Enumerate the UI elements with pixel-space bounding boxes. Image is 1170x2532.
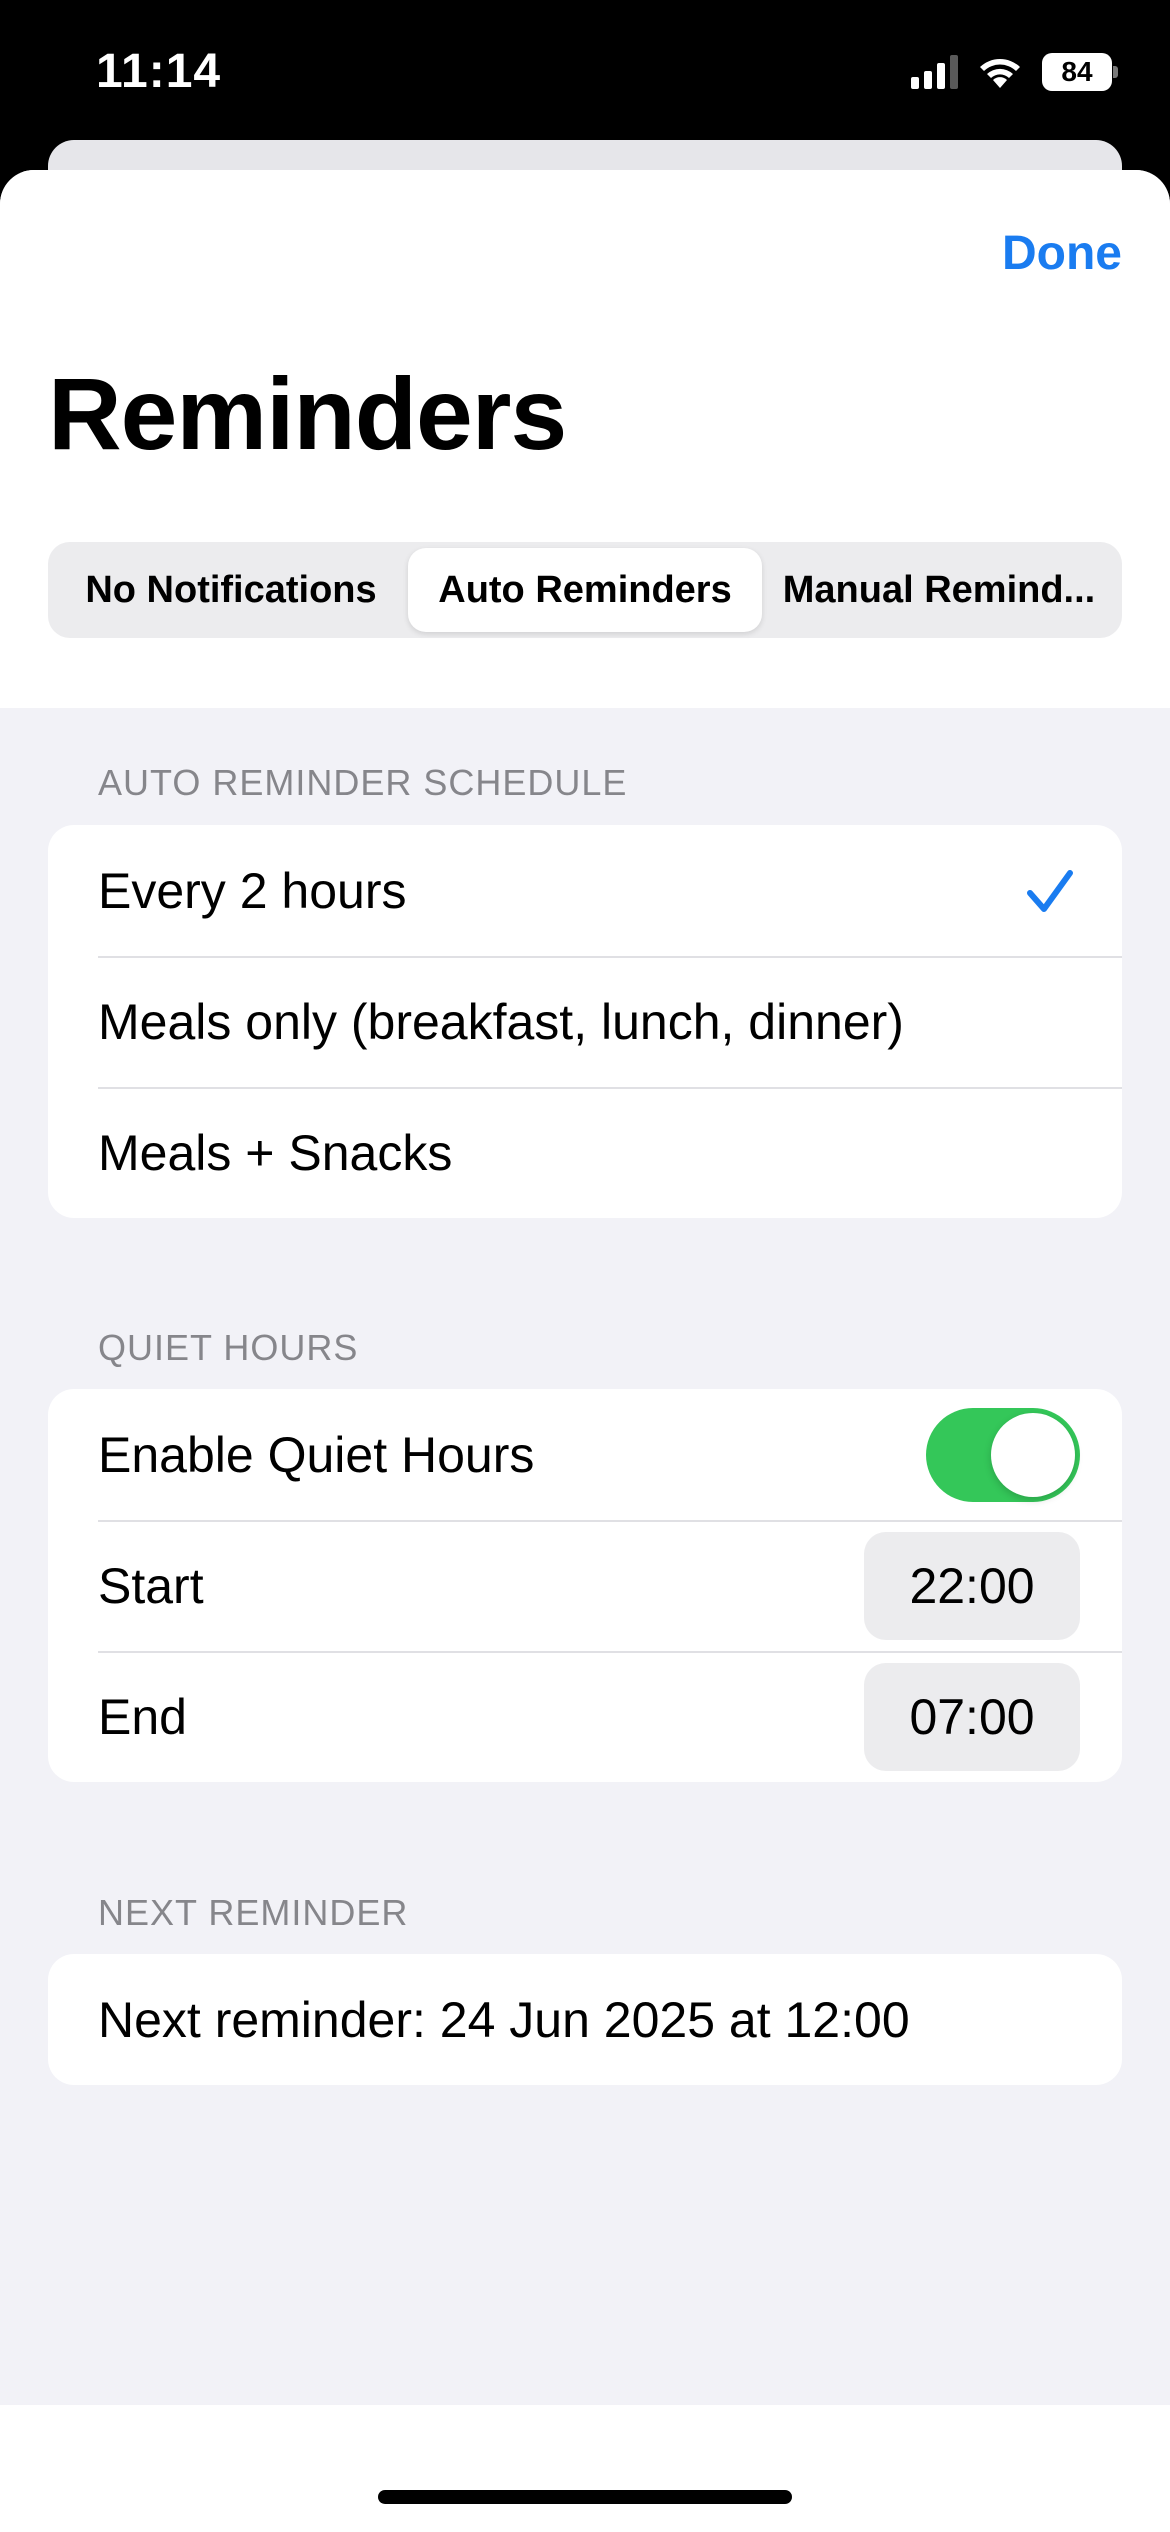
- quiet-hours-toggle-row: Enable Quiet Hours: [48, 1389, 1122, 1520]
- end-time-picker[interactable]: 07:00: [864, 1662, 1080, 1771]
- status-time: 11:14: [96, 45, 222, 98]
- bottom-bar: [0, 2405, 1170, 2532]
- next-reminder-section-header: NEXT REMINDER: [98, 1892, 409, 1933]
- toggle-knob: [991, 1412, 1075, 1497]
- end-label: End: [98, 1688, 187, 1745]
- quiet-hours-end-row: End 07:00: [48, 1651, 1122, 1782]
- segment-auto-reminders[interactable]: Auto Reminders: [408, 548, 762, 632]
- segment-manual-reminders[interactable]: Manual Remind...: [762, 548, 1116, 632]
- quiet-hours-start-row: Start 22:00: [48, 1520, 1122, 1651]
- home-indicator[interactable]: [378, 2490, 792, 2504]
- schedule-option-label: Meals only (breakfast, lunch, dinner): [98, 993, 904, 1050]
- quiet-hours-toggle-label: Enable Quiet Hours: [98, 1426, 535, 1483]
- status-icons: 84: [911, 50, 1118, 94]
- page-title: Reminders: [48, 357, 567, 471]
- next-reminder-group: Next reminder: 24 Jun 2025 at 12:00: [48, 1954, 1122, 2085]
- schedule-option-meals-only[interactable]: Meals only (breakfast, lunch, dinner): [48, 956, 1122, 1087]
- wifi-icon: [980, 59, 1020, 88]
- schedule-option-label: Meals + Snacks: [98, 1124, 453, 1181]
- schedule-options-group: Every 2 hours Meals only (breakfast, lun…: [48, 825, 1122, 1218]
- segment-no-notifications[interactable]: No Notifications: [54, 548, 408, 632]
- next-reminder-text: Next reminder: 24 Jun 2025 at 12:00: [98, 1991, 910, 2048]
- done-button[interactable]: Done: [1002, 226, 1122, 281]
- quiet-hours-group: Enable Quiet Hours Start 22:00 End 07:00: [48, 1389, 1122, 1782]
- sheet-header: Done Reminders No Notifications Auto Rem…: [0, 170, 1170, 708]
- quiet-hours-section-header: QUIET HOURS: [98, 1327, 359, 1368]
- start-time-picker[interactable]: 22:00: [864, 1531, 1080, 1640]
- quiet-hours-toggle[interactable]: [926, 1407, 1080, 1502]
- schedule-option-label: Every 2 hours: [98, 862, 407, 919]
- schedule-option-every-2-hours[interactable]: Every 2 hours: [48, 825, 1122, 956]
- battery-level: 84: [1042, 53, 1112, 91]
- status-bar: 11:14 84: [0, 0, 1170, 140]
- cellular-signal-icon: [911, 55, 958, 89]
- next-reminder-row: Next reminder: 24 Jun 2025 at 12:00: [48, 1954, 1122, 2085]
- checkmark-icon: [1027, 869, 1073, 912]
- reminders-sheet: Done Reminders No Notifications Auto Rem…: [0, 170, 1170, 2532]
- battery-icon: 84: [1042, 53, 1118, 91]
- schedule-section-header: AUTO REMINDER SCHEDULE: [98, 762, 628, 803]
- reminder-mode-segmented-control: No Notifications Auto Reminders Manual R…: [48, 542, 1122, 638]
- schedule-option-meals-snacks[interactable]: Meals + Snacks: [48, 1087, 1122, 1218]
- start-label: Start: [98, 1557, 204, 1614]
